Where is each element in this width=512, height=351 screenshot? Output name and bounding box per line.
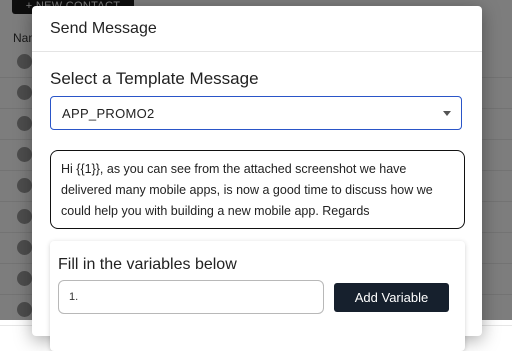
dialog-header: Send Message (32, 6, 482, 52)
dialog-title: Send Message (50, 19, 157, 37)
template-select-value: APP_PROMO2 (62, 105, 155, 121)
variable-input[interactable] (58, 280, 324, 314)
template-section-title: Select a Template Message (50, 69, 259, 88)
template-message-preview: Hi {{1}}, as you can see from the attach… (50, 150, 465, 229)
add-variable-button[interactable]: Add Variable (334, 283, 449, 312)
variables-title: Fill in the variables below (58, 256, 237, 273)
caret-down-icon (443, 111, 451, 116)
template-select[interactable]: APP_PROMO2 (50, 96, 462, 130)
variables-card: Fill in the variables below Add Variable (50, 241, 465, 351)
send-message-dialog: Send Message Select a Template Message A… (32, 6, 482, 351)
